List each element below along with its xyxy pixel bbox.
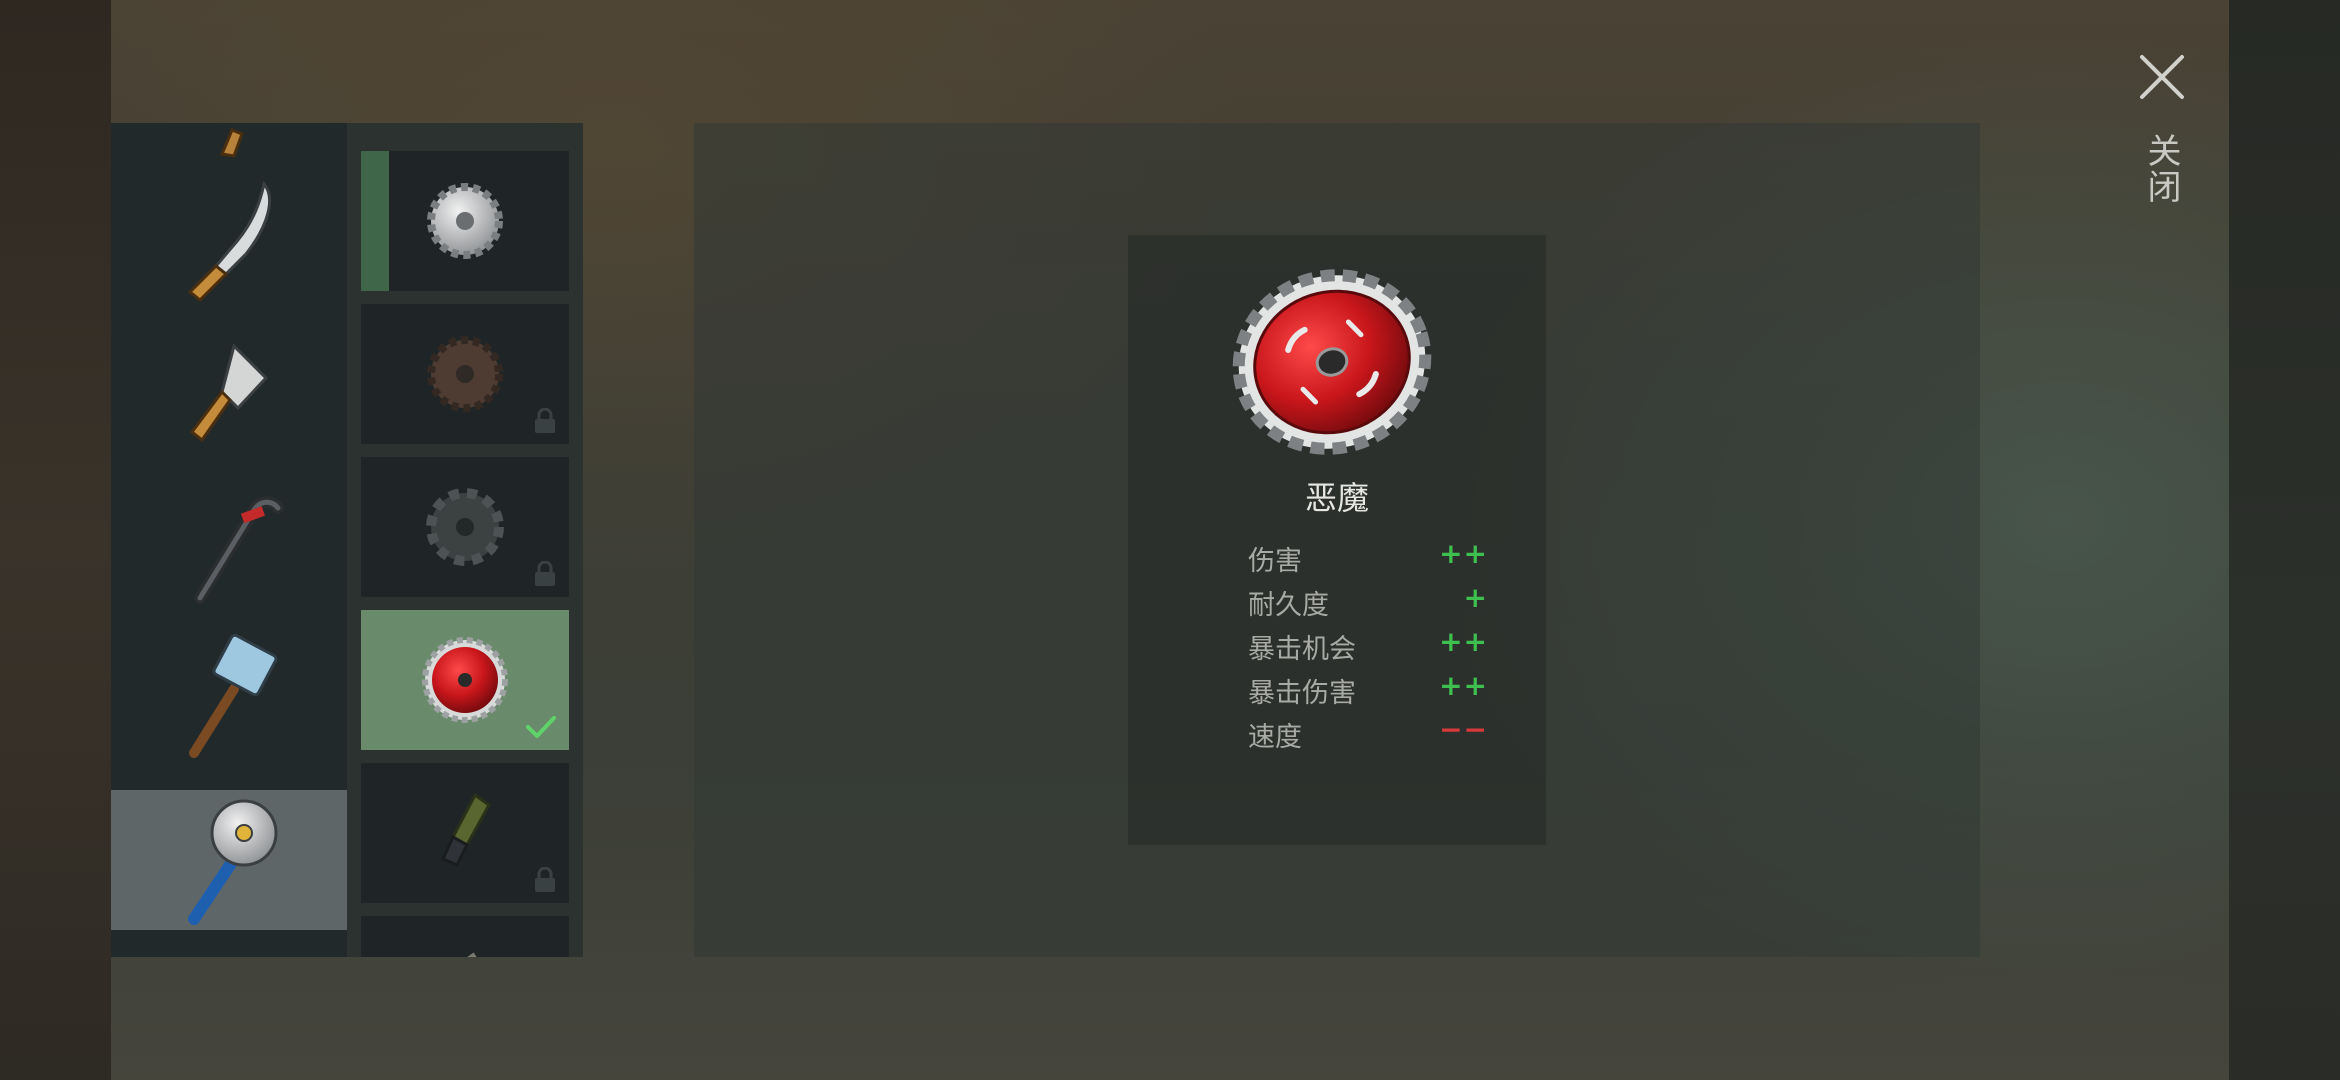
skin-list[interactable] — [347, 123, 583, 957]
stat-value: ++ — [1439, 669, 1488, 702]
weapon-item-cleaver[interactable] — [111, 323, 347, 463]
stat-label: 耐久度 — [1248, 590, 1329, 621]
lock-icon — [535, 408, 555, 433]
rusty-sawblade-icon — [427, 336, 503, 412]
weapon-item-machete[interactable] — [111, 173, 347, 313]
partial-item-icon — [467, 952, 477, 957]
stat-row-crit-chance: 暴击机会 ++ — [1248, 623, 1488, 667]
selection-arrow — [324, 838, 348, 882]
red-sawblade-icon — [1232, 269, 1432, 455]
dark-gear-icon — [426, 488, 504, 566]
knife-icon — [219, 128, 244, 158]
skin-item[interactable] — [361, 763, 569, 903]
crowbar-icon — [194, 496, 284, 604]
stat-row-crit-damage: 暴击伤害 ++ — [1248, 667, 1488, 711]
cleaver-icon — [189, 343, 269, 443]
stat-row-speed: 速度 −− — [1248, 711, 1488, 755]
weapon-item-knife[interactable] — [111, 123, 347, 167]
stat-label: 伤害 — [1248, 546, 1302, 577]
close-label[interactable]: 关闭 — [2138, 133, 2186, 205]
silver-sawblade-icon — [427, 183, 503, 259]
stat-value: ++ — [1439, 537, 1488, 570]
skin-item[interactable] — [361, 151, 569, 291]
stats-list: 伤害 ++ 耐久度 + 暴击机会 ++ 暴击伤害 ++ 速度 −− — [1248, 535, 1488, 755]
stat-label: 暴击机会 — [1248, 634, 1356, 665]
stat-value: ++ — [1439, 625, 1488, 658]
stat-value: + — [1463, 581, 1488, 614]
weapon-item-crowbar[interactable] — [111, 475, 347, 615]
sawblade-mace-icon — [188, 799, 278, 925]
grenade-icon — [441, 792, 491, 867]
sledgehammer-icon — [189, 633, 278, 758]
stat-row-durability: 耐久度 + — [1248, 579, 1488, 623]
skin-item[interactable] — [361, 457, 569, 597]
skin-detail-card: 恶魔 伤害 ++ 耐久度 + 暴击机会 ++ 暴击伤害 ++ 速度 −− — [1128, 235, 1546, 845]
skin-item[interactable] — [361, 304, 569, 444]
stat-value: −− — [1439, 713, 1488, 746]
weapon-item-sawblade-mace[interactable] — [111, 790, 347, 930]
skin-item-equipped[interactable] — [361, 610, 569, 750]
stat-label: 暴击伤害 — [1248, 678, 1356, 709]
current-skin-marker — [361, 151, 389, 291]
close-icon[interactable] — [2138, 53, 2186, 101]
machete-icon — [187, 180, 272, 303]
stat-label: 速度 — [1248, 722, 1302, 753]
weapon-item-sledgehammer[interactable] — [111, 628, 347, 768]
skin-item[interactable] — [361, 916, 569, 957]
check-icon — [526, 716, 556, 738]
close-button[interactable]: 关闭 — [2130, 45, 2194, 215]
red-sawblade-icon — [422, 637, 508, 723]
weapon-list[interactable] — [111, 123, 347, 957]
lock-icon — [535, 867, 555, 892]
background-right-band — [2229, 0, 2340, 1080]
lock-icon — [535, 561, 555, 586]
background-left-band — [0, 0, 111, 1080]
stat-row-damage: 伤害 ++ — [1248, 535, 1488, 579]
skin-name: 恶魔 — [1304, 479, 1369, 517]
